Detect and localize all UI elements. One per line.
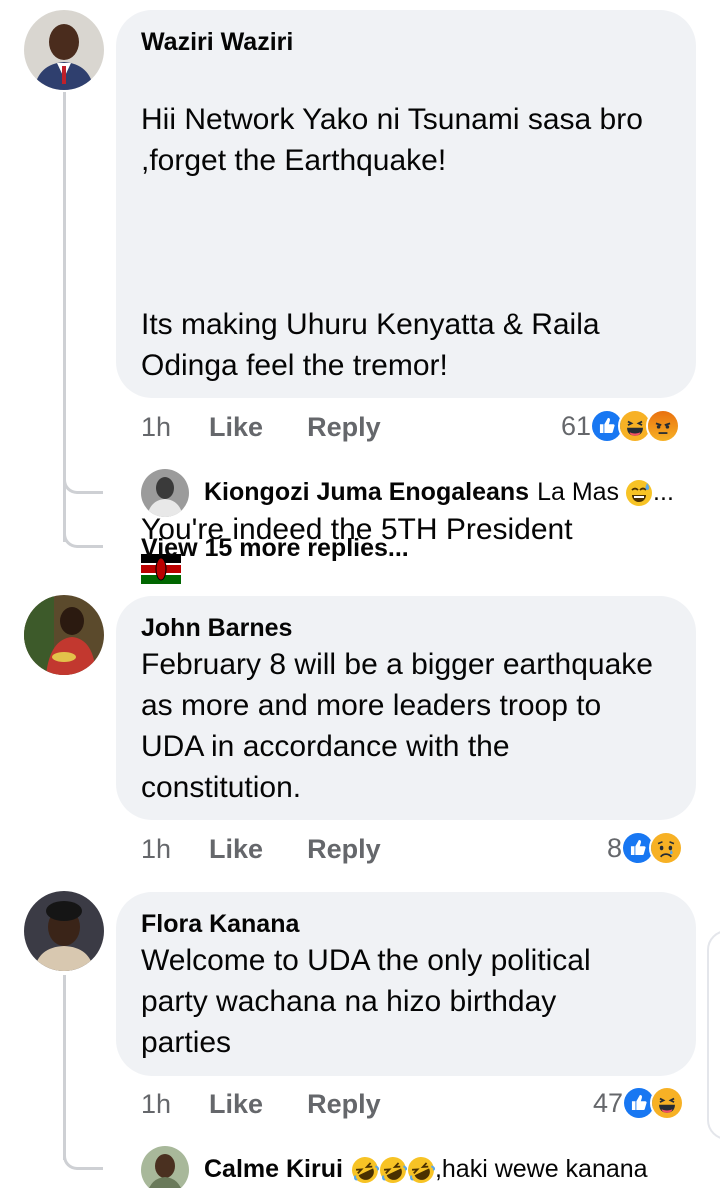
reply-connector (63, 1144, 103, 1170)
rolling-laughing-emoji-icon (351, 1156, 379, 1183)
view-more-replies-link[interactable]: View 15 more replies... (141, 534, 409, 563)
reply-text: La Mas (537, 478, 620, 506)
comment-bubble: Flora Kanana Welcome to UDA the only pol… (116, 892, 696, 1076)
comment-text: February 8 will be a bigger earthquake a… (141, 648, 653, 804)
like-button[interactable]: Like (209, 412, 263, 443)
overlay-panel-edge (707, 930, 720, 1140)
reaction-summary[interactable]: 61 (561, 409, 681, 443)
reply-item[interactable]: Kiongozi Juma Enogaleans La Mas ... (204, 478, 674, 507)
haha-reaction-icon (650, 1086, 685, 1120)
reply-item[interactable]: Calme Kirui ,haki wewe kanana (204, 1155, 648, 1184)
reaction-summary[interactable]: 8 (607, 831, 684, 865)
avatar-flora-kanana[interactable] (24, 891, 104, 971)
comment-time[interactable]: 1h (141, 412, 171, 443)
comment-text: Welcome to UDA the only political party … (141, 944, 591, 1059)
avatar-john-barnes[interactable] (24, 595, 104, 675)
reply-author[interactable]: Calme Kirui (204, 1155, 343, 1184)
comment-author[interactable]: John Barnes (141, 612, 670, 644)
comment-actions: 1h Like Reply (141, 410, 381, 444)
comment-author[interactable]: Waziri Waziri (141, 26, 670, 58)
reply-connector (63, 468, 103, 494)
reaction-summary[interactable]: 47 (593, 1086, 685, 1120)
thread-line (63, 975, 66, 1160)
avatar-kiongozi[interactable] (141, 469, 189, 517)
angry-reaction-icon (646, 409, 681, 443)
comment-time[interactable]: 1h (141, 1089, 171, 1120)
comment-text-line: Hii Network Yako ni Tsunami sasa bro ,fo… (141, 103, 643, 177)
sweat-smile-emoji-icon (626, 479, 653, 506)
comment-actions: 1h Like Reply (141, 1087, 381, 1121)
view-more-connector (63, 522, 103, 548)
reaction-count: 47 (593, 1087, 624, 1118)
reply-text: ,haki wewe kanana (434, 1155, 648, 1183)
rolling-laughing-emoji-icon (379, 1156, 407, 1183)
comment-text-line: Its making Uhuru Kenyatta & Raila Odinga… (141, 308, 600, 382)
comment-bubble: Waziri Waziri Hii Network Yako ni Tsunam… (116, 10, 696, 707)
rolling-laughing-emoji-icon (407, 1156, 435, 1183)
comment-bubble: John Barnes February 8 will be a bigger … (116, 596, 696, 820)
reply-button[interactable]: Reply (307, 1089, 381, 1120)
comment-time[interactable]: 1h (141, 834, 171, 865)
reply-author[interactable]: Kiongozi Juma Enogaleans (204, 478, 529, 507)
like-button[interactable]: Like (209, 1089, 263, 1120)
reaction-count: 8 (607, 832, 623, 863)
sad-reaction-icon (649, 831, 684, 865)
comment-actions: 1h Like Reply (141, 832, 381, 866)
reaction-count: 61 (561, 410, 592, 441)
comment-author[interactable]: Flora Kanana (141, 908, 670, 940)
reply-ellipsis: ... (653, 478, 674, 506)
like-button[interactable]: Like (209, 834, 263, 865)
avatar-waziri[interactable] (24, 10, 104, 90)
reply-button[interactable]: Reply (307, 412, 381, 443)
avatar-calme-kirui[interactable] (141, 1146, 189, 1188)
reply-button[interactable]: Reply (307, 834, 381, 865)
